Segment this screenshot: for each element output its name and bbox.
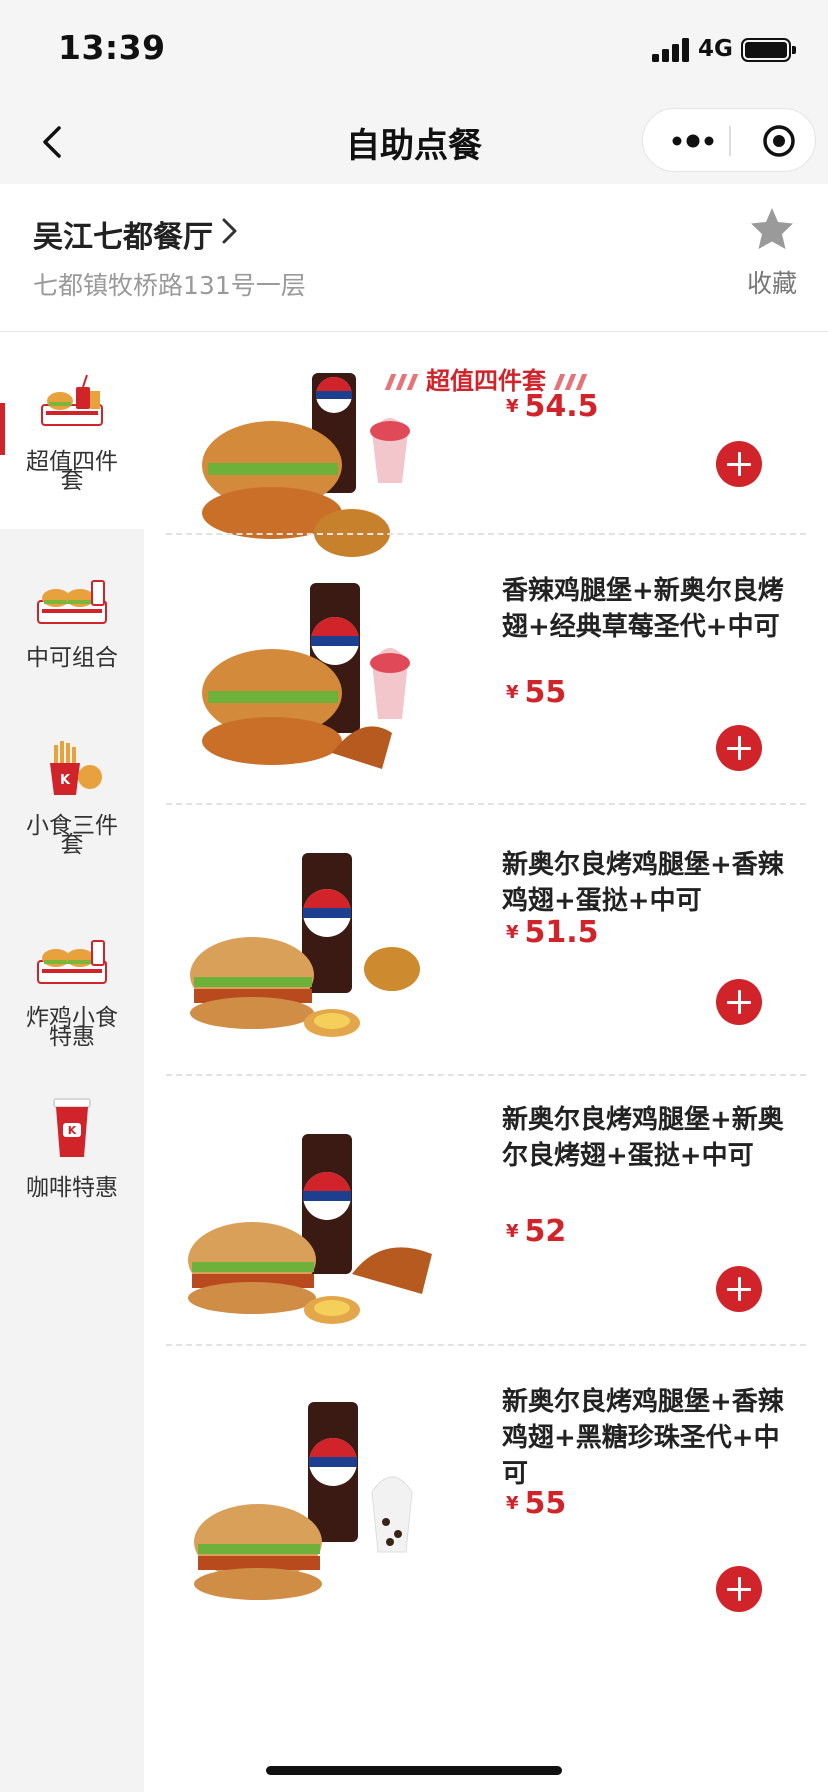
currency-symbol: ¥ bbox=[506, 1493, 519, 1514]
add-to-cart-button[interactable] bbox=[716, 1266, 762, 1312]
favorite-label: 收藏 bbox=[746, 269, 797, 298]
network-type: 4G bbox=[698, 36, 733, 62]
sidebar-item-label: 超值四件套 bbox=[26, 449, 118, 494]
product-image bbox=[194, 1402, 413, 1600]
store-name[interactable]: 吴江七都餐厅 bbox=[33, 212, 213, 256]
product-price: ¥52 bbox=[506, 1214, 566, 1249]
divider bbox=[166, 533, 806, 535]
price-value: 52 bbox=[524, 1214, 567, 1249]
sidebar-item-label: 咖啡特惠 bbox=[26, 1175, 118, 1201]
sidebar-item-coffee[interactable]: K 咖啡特惠 bbox=[0, 1069, 144, 1249]
product-image bbox=[190, 853, 420, 1037]
add-to-cart-button[interactable] bbox=[716, 725, 762, 771]
battery-icon bbox=[741, 38, 796, 62]
divider bbox=[166, 803, 806, 805]
store-address-town: 七都镇 bbox=[33, 271, 109, 300]
product-name: 香辣鸡腿堡+新奥尔良烤翅+经典草莓圣代+中可 bbox=[502, 576, 784, 642]
store-address: 七都镇牧桥路131号一层 bbox=[33, 266, 306, 302]
store-header: 吴江七都餐厅 七都镇牧桥路131号一层 收藏 bbox=[0, 184, 828, 332]
status-bar: 13:39 4G bbox=[0, 0, 828, 100]
divider bbox=[166, 1074, 806, 1076]
price-value: 55 bbox=[524, 675, 567, 710]
status-time: 13:39 bbox=[58, 28, 166, 67]
favorite-button[interactable]: 收藏 bbox=[742, 206, 802, 300]
product-price: ¥54.5 bbox=[506, 389, 599, 424]
price-value: 51.5 bbox=[524, 915, 599, 950]
svg-text:K: K bbox=[60, 773, 71, 788]
product-price: ¥51.5 bbox=[506, 915, 599, 950]
product-image bbox=[202, 583, 410, 769]
fries-icon: K bbox=[50, 741, 102, 795]
product-image bbox=[202, 373, 410, 557]
currency-symbol: ¥ bbox=[506, 396, 519, 417]
product-image bbox=[188, 1134, 432, 1324]
price-value: 54.5 bbox=[524, 389, 599, 424]
signal-icon bbox=[652, 38, 692, 62]
add-to-cart-button[interactable] bbox=[716, 979, 762, 1025]
add-to-cart-button[interactable] bbox=[716, 1566, 762, 1612]
product-list: 超值四件套 ¥54.5 香辣鸡腿堡+新奥尔良烤翅+经典草莓圣代+中可 ¥ 55 … bbox=[144, 333, 828, 1792]
product-price: ¥55 bbox=[506, 1486, 566, 1521]
currency-symbol: ¥ bbox=[506, 922, 519, 943]
product-price: ¥55 bbox=[506, 675, 566, 710]
coffee-cup-icon: K bbox=[53, 1098, 91, 1157]
sidebar-item-label: 中可组合 bbox=[26, 645, 118, 671]
burger-combo-icon bbox=[37, 940, 107, 984]
sidebar-item-snack-three[interactable]: K 小食三件套 bbox=[0, 709, 144, 889]
sidebar-item-fried-chicken[interactable]: 炸鸡小食特惠 bbox=[0, 889, 144, 1069]
mini-program-capsule bbox=[642, 108, 816, 172]
sidebar-item-label: 小食三件套 bbox=[26, 813, 118, 858]
currency-symbol: ¥ bbox=[506, 682, 519, 703]
currency-symbol: ¥ bbox=[506, 1221, 519, 1242]
add-to-cart-button[interactable] bbox=[716, 441, 762, 487]
sidebar-item-combo-four[interactable]: 超值四件套 bbox=[0, 333, 144, 529]
product-name: 新奥尔良烤鸡腿堡+新奥尔良烤翅+蛋挞+中可 bbox=[502, 1105, 784, 1171]
category-sidebar: 超值四件套 中可组合 K 小食三件套 炸鸡小食特惠 K 咖啡特惠 bbox=[0, 333, 144, 1792]
product-name: 新奥尔良烤鸡腿堡+香辣鸡翅+蛋挞+中可 bbox=[502, 850, 784, 916]
chevron-right-icon[interactable] bbox=[218, 214, 242, 248]
price-value: 55 bbox=[524, 1486, 567, 1521]
combo-four-icon bbox=[41, 374, 103, 426]
svg-text:K: K bbox=[68, 1124, 77, 1137]
home-indicator bbox=[266, 1766, 562, 1775]
store-address-street: 牧桥路131号一层 bbox=[108, 271, 306, 300]
target-icon[interactable] bbox=[749, 109, 809, 173]
product-name: 新奥尔良烤鸡腿堡+香辣鸡翅+黑糖珍珠圣代+中可 bbox=[502, 1387, 784, 1489]
star-icon bbox=[751, 208, 793, 249]
burger-combo-icon bbox=[37, 580, 107, 624]
sidebar-item-medium-cola-combo[interactable]: 中可组合 bbox=[0, 529, 144, 709]
more-dots-icon[interactable] bbox=[663, 109, 723, 173]
capsule-divider bbox=[729, 126, 731, 156]
sidebar-item-label: 炸鸡小食特惠 bbox=[26, 1005, 118, 1050]
nav-bar: 自助点餐 bbox=[0, 100, 828, 184]
divider bbox=[166, 1344, 806, 1346]
